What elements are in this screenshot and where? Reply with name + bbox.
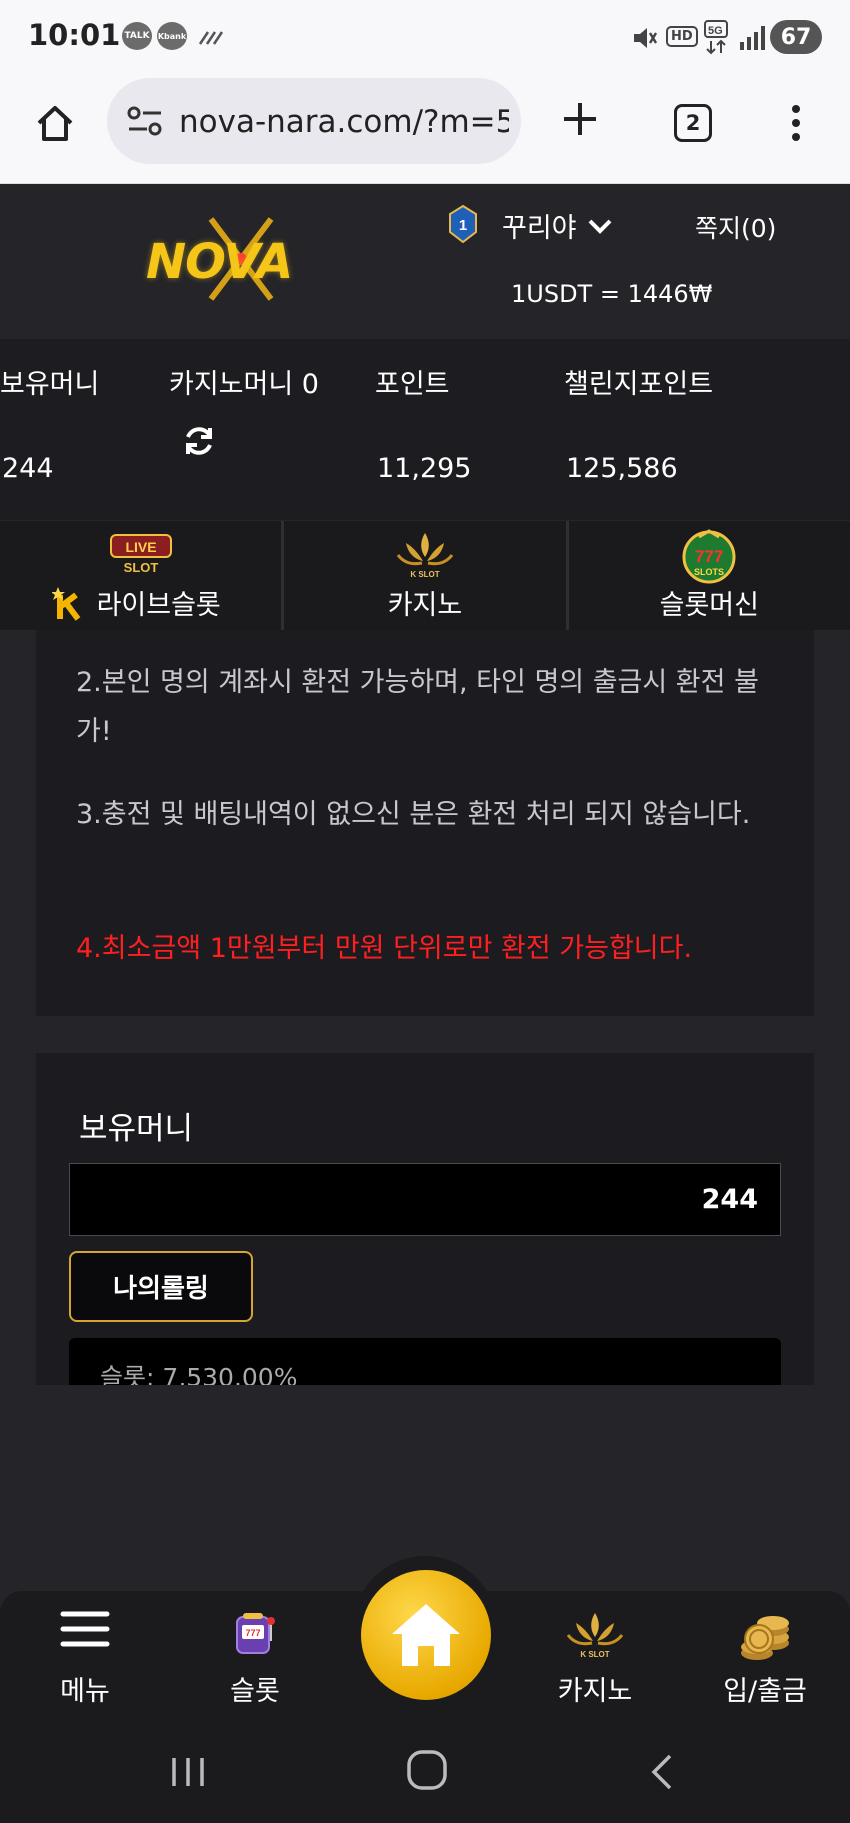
nav-casino[interactable]: K SLOT 카지노 [525,1591,665,1722]
notice-line-4: 4.최소금액 1만원부터 만원 단위로만 환전 가능합니다. [76,933,693,964]
rolling-slot-rate: 슬롯: 7,530.00% [100,1363,298,1385]
back-icon[interactable] [648,1752,678,1792]
plus-icon [564,103,596,135]
android-home-icon[interactable] [405,1748,449,1792]
nav-menu-label: 메뉴 [60,1676,110,1707]
hold-money-title: 보유머니 [79,1111,194,1147]
svg-text:K SLOT: K SLOT [410,570,439,579]
tab-casino-label: 카지노 [387,590,463,621]
address-bar[interactable]: nova-nara.com/?m=5 [107,78,521,164]
tab-live-slot[interactable]: LIVE SLOT 라이브슬롯 [0,521,285,630]
kbank-icon: Kbank [157,22,187,50]
status-bar: 10:01 TALK Kbank HD 5G 67 [0,0,850,76]
kakaotalk-icon: TALK [122,22,152,50]
nav-deposit-withdraw[interactable]: 입/출금 [695,1591,835,1722]
k-slot-icon: K SLOT [566,1613,624,1659]
challenge-point-value: 125,586 [566,453,678,484]
point-label: 포인트 [375,369,450,400]
svg-text:LIVE: LIVE [125,539,156,555]
nav-menu[interactable]: 메뉴 [15,1591,155,1722]
app-root: 10:01 TALK Kbank HD 5G 67 nova-nara.com/… [0,0,850,1823]
nav-casino-label: 카지노 [557,1676,633,1707]
status-time: 10:01 [28,18,121,52]
tab-slot-machine[interactable]: 777 SLOTS 슬롯머신 [569,521,850,630]
tab-casino[interactable]: K SLOT 카지노 [284,521,569,630]
hold-money-panel: 보유머니 244 나의롤링 슬롯: 7,530.00% [36,1053,814,1385]
url-text: nova-nara.com/?m=5 [179,104,509,140]
home-button[interactable] [361,1570,491,1700]
recent-apps-icon[interactable] [168,1752,208,1792]
exchange-rate: 1USDT = 1446₩ [511,280,713,308]
home-browser-button[interactable] [30,98,80,148]
home-icon [392,1604,460,1666]
refresh-icon[interactable] [181,423,217,459]
android-nav-bar [0,1722,850,1823]
svg-text:K SLOT: K SLOT [580,1650,609,1659]
new-tab-button[interactable] [555,94,605,144]
hold-money-field: 244 [69,1163,781,1236]
more-vertical-icon [792,105,800,141]
my-rolling-button[interactable]: 나의롤링 [69,1251,253,1322]
site-settings-icon [127,106,162,136]
message-link[interactable]: 쪽지(0) [695,209,776,245]
hold-money-label: 보유머니 [0,369,100,400]
cell-signal-icon [740,26,765,50]
browser-toolbar: nova-nara.com/?m=5 2 [0,76,850,184]
username-text: 꾸리야 [502,213,577,244]
live-slot-icon: LIVE SLOT [109,534,172,575]
point-value: 11,295 [377,453,472,484]
site-logo[interactable]: NOVA [146,214,318,304]
home-outline-icon [37,106,73,141]
exchange-notice: 2.본인 명의 계좌시 환전 가능하며, 타인 명의 출금시 환전 불가! 3.… [36,630,814,1016]
category-tabs: LIVE SLOT 라이브슬롯 K SLOT 카지노 777 SLOTS 슬롯머… [0,521,850,630]
level-badge-icon: 1 [449,204,477,244]
hamburger-icon [60,1611,110,1647]
svg-text:SLOTS: SLOTS [694,567,724,577]
logo-text: NOVA [146,234,293,290]
browser-menu-button[interactable] [780,98,812,148]
site-header: NOVA 1 꾸리야 쪽지(0) 1USDT = 1446₩ [0,184,850,339]
hold-money-value: 244 [2,453,54,484]
balance-summary: 보유머니 244 카지노머니 0 포인트 11,295 챌린지포인트 125,5… [0,339,850,520]
tab-slot-machine-label: 슬롯머신 [659,590,759,621]
777-slots-icon: 777 SLOTS [682,529,736,584]
k-slot-icon: K SLOT [396,533,454,579]
svg-text:SLOT: SLOT [123,560,158,575]
mute-icon [634,28,658,48]
5g-icon: 5G [704,20,728,55]
casino-money-label: 카지노머니 0 [169,369,319,400]
hd-icon: HD [666,26,698,47]
rolling-list: 슬롯: 7,530.00% [69,1338,781,1385]
level-number: 1 [459,217,467,234]
tab-count: 2 [674,104,712,142]
battery-indicator: 67 [770,20,822,54]
svg-text:777: 777 [695,547,723,566]
notice-line-2: 2.본인 명의 계좌시 환전 가능하며, 타인 명의 출금시 환전 불가! [76,667,759,747]
tab-live-slot-label: 라이브슬롯 [96,590,221,621]
chevron-down-icon [588,219,611,234]
slot-machine-icon: 777 [236,1613,275,1654]
user-dropdown[interactable]: 꾸리야 [502,206,613,245]
notice-line-3: 3.충전 및 배팅내역이 없으신 분은 환전 처리 되지 않습니다. [76,799,751,830]
nav-deposit-withdraw-label: 입/출금 [723,1676,807,1707]
svg-text:5G: 5G [708,25,723,37]
tab-switcher-button[interactable]: 2 [668,98,718,148]
svg-text:777: 777 [245,1628,260,1638]
challenge-point-label: 챌린지포인트 [564,369,714,400]
coins-icon [741,1616,789,1660]
signal-wave-icon [198,31,224,45]
nav-slot-label: 슬롯 [230,1676,280,1707]
nav-slot[interactable]: 777 슬롯 [185,1591,325,1722]
